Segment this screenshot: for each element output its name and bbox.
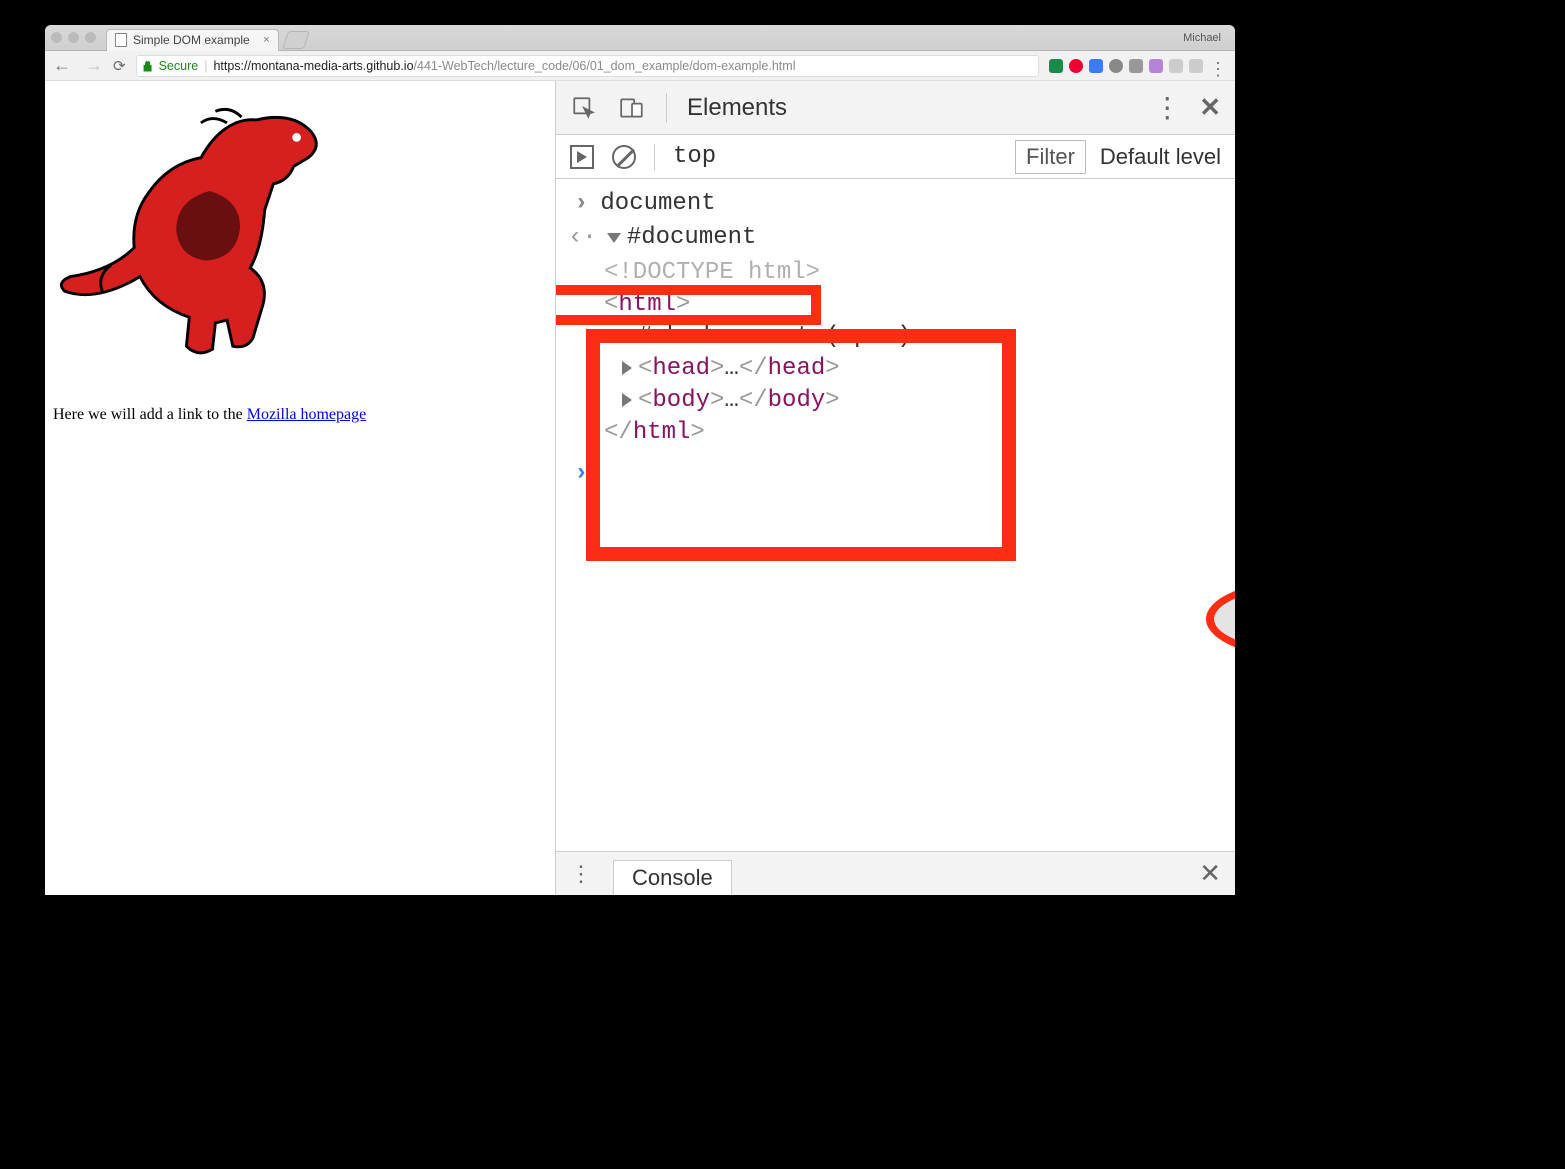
expand-right-icon[interactable] xyxy=(622,393,632,407)
console-command: document xyxy=(600,189,715,219)
context-selector[interactable]: top xyxy=(673,143,716,170)
extension-icon[interactable] xyxy=(1149,59,1163,73)
extension-icon[interactable] xyxy=(1069,59,1083,73)
filter-input[interactable]: Filter xyxy=(1015,140,1086,174)
dom-root[interactable]: #document xyxy=(627,223,757,253)
profile-label[interactable]: Michael xyxy=(1183,32,1229,44)
browser-tab[interactable]: Simple DOM example × xyxy=(106,29,279,51)
forward-button[interactable]: → xyxy=(85,55,103,76)
console-prompt[interactable]: › xyxy=(556,457,1235,491)
new-tab-button[interactable] xyxy=(282,31,310,49)
console-output[interactable]: › document ‹· #document <!DOCTYPE html> … xyxy=(556,179,1235,851)
close-devtools-icon[interactable]: ✕ xyxy=(1199,92,1221,123)
address-bar[interactable]: Secure | https://montana-media-arts.gith… xyxy=(136,55,1039,77)
html-close-tag: </html> xyxy=(604,417,1235,449)
toolbar: ← → ⟳ Secure | https://montana-media-art… xyxy=(45,51,1235,81)
chevron-right-icon: › xyxy=(574,459,588,489)
content-area: Here we will add a link to the Mozilla h… xyxy=(45,81,1235,895)
extension-icon[interactable] xyxy=(1129,59,1143,73)
inspect-icon[interactable] xyxy=(570,94,598,122)
menu-icon[interactable]: ⋮ xyxy=(1209,59,1227,73)
close-window-icon[interactable] xyxy=(51,32,62,43)
extension-icons: ⋮ xyxy=(1049,59,1227,73)
file-icon xyxy=(115,33,127,47)
devtools-panel: Elements ⋮ ✕ top Filter Default level xyxy=(555,81,1235,895)
window-controls[interactable] xyxy=(51,32,96,43)
page-paragraph: Here we will add a link to the Mozilla h… xyxy=(53,406,547,424)
body-line[interactable]: <body>…</body> xyxy=(604,385,1235,417)
head-line[interactable]: <head>…</head> xyxy=(604,353,1235,385)
dom-tree: <!DOCTYPE html> <html> #shadow-root (ope… xyxy=(604,257,1235,449)
execution-icon[interactable] xyxy=(570,145,594,169)
result-indicator-icon: ‹· xyxy=(568,223,597,253)
extension-icon[interactable] xyxy=(1089,59,1103,73)
elements-tab[interactable]: Elements xyxy=(687,94,787,122)
console-result-row: ‹· #document xyxy=(556,221,1235,255)
mozilla-link[interactable]: Mozilla homepage xyxy=(247,406,367,423)
dinosaur-image xyxy=(53,91,343,381)
zoom-window-icon[interactable] xyxy=(85,32,96,43)
extension-icon[interactable] xyxy=(1049,59,1063,73)
html-open-tag[interactable]: <html> xyxy=(604,289,1235,321)
kebab-menu-icon[interactable]: ⋮ xyxy=(1153,91,1181,124)
tab-title: Simple DOM example xyxy=(133,33,250,47)
extension-icon[interactable] xyxy=(1189,59,1203,73)
minimize-window-icon[interactable] xyxy=(68,32,79,43)
devtools-drawer: ⋮ Console ✕ xyxy=(556,851,1235,895)
console-toolbar: top Filter Default level xyxy=(556,135,1235,179)
secure-badge: Secure xyxy=(159,59,199,73)
annotation-callout: Returned DOM xyxy=(1206,579,1235,659)
lock-icon xyxy=(143,60,153,72)
kebab-menu-icon[interactable]: ⋮ xyxy=(570,861,593,887)
browser-window: Simple DOM example × Michael ← → ⟳ Secur… xyxy=(45,25,1235,895)
expand-right-icon[interactable] xyxy=(622,329,632,343)
close-tab-icon[interactable]: × xyxy=(263,34,269,46)
close-drawer-icon[interactable]: ✕ xyxy=(1199,858,1221,889)
extension-icon[interactable] xyxy=(1109,59,1123,73)
console-drawer-tab[interactable]: Console xyxy=(613,860,732,896)
clear-console-icon[interactable] xyxy=(612,145,636,169)
page-viewport: Here we will add a link to the Mozilla h… xyxy=(45,81,555,895)
extension-icon[interactable] xyxy=(1169,59,1183,73)
tab-strip: Simple DOM example × Michael xyxy=(45,25,1235,51)
doctype-line: <!DOCTYPE html> xyxy=(604,257,1235,289)
reload-button[interactable]: ⟳ xyxy=(113,57,126,75)
expand-down-icon[interactable] xyxy=(607,233,621,243)
url-host: https://montana-media-arts.github.io xyxy=(213,59,413,73)
device-toggle-icon[interactable] xyxy=(618,94,646,122)
expand-right-icon[interactable] xyxy=(622,361,632,375)
devtools-tabbar: Elements ⋮ ✕ xyxy=(556,81,1235,135)
back-button[interactable]: ← xyxy=(53,55,71,76)
url-path: /441-WebTech/lecture_code/06/01_dom_exam… xyxy=(414,59,796,73)
log-level-selector[interactable]: Default level xyxy=(1100,144,1221,170)
chevron-right-icon: › xyxy=(574,189,588,219)
shadow-root-line[interactable]: #shadow-root (open) xyxy=(604,321,1235,353)
console-input-row: › document xyxy=(556,187,1235,221)
